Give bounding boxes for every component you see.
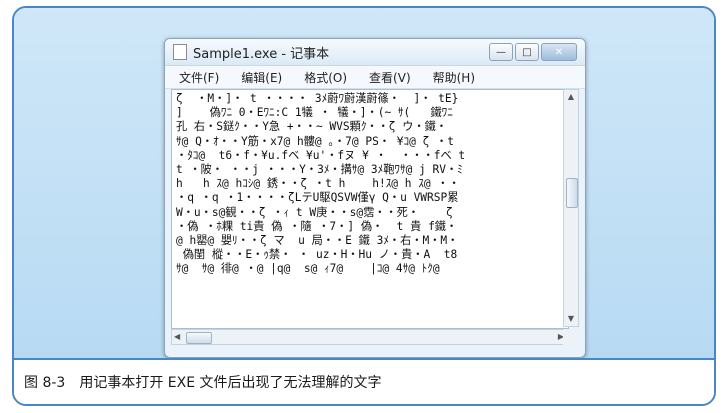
caption-number: 图 8-3 (24, 375, 66, 391)
scroll-up-icon[interactable]: ▲ (564, 90, 578, 104)
close-button[interactable]: ✕ (541, 43, 577, 61)
window-controls: — □ ✕ (489, 43, 577, 61)
menu-help[interactable]: 帮助(H) (433, 69, 475, 86)
menu-file[interactable]: 文件(F) (179, 69, 219, 86)
maximize-button[interactable]: □ (515, 43, 539, 61)
title-bar[interactable]: Sample1.exe - 记事本 — □ ✕ (165, 39, 585, 66)
minimize-button[interactable]: — (489, 43, 513, 61)
menu-edit[interactable]: 编辑(E) (241, 69, 282, 86)
figure-frame: Sample1.exe - 记事本 — □ ✕ 文件(F) 编辑(E) 格式(O… (12, 6, 716, 406)
resize-grip[interactable] (563, 329, 579, 345)
vertical-scrollbar[interactable]: ▲ ▼ (563, 89, 579, 327)
close-icon: ✕ (554, 46, 564, 58)
notepad-window: Sample1.exe - 记事本 — □ ✕ 文件(F) 编辑(E) 格式(O… (164, 38, 586, 358)
maximize-icon: □ (522, 46, 532, 58)
garbled-binary-text[interactable]: ζ ・M・]・ t ・・・・ 3ﾒ蔚ﾜ蔚漢蔚篠・ ]・ tE} ] 偽ﾜﾆ 0・… (172, 90, 568, 279)
scroll-left-icon[interactable]: ◀ (174, 330, 180, 344)
window-title: Sample1.exe - 记事本 (193, 46, 330, 62)
menu-format[interactable]: 格式(O) (304, 69, 347, 86)
figure-caption: 图 8-3 用记事本打开 EXE 文件后出现了无法理解的文字 (14, 358, 714, 404)
text-editor-area[interactable]: ζ ・M・]・ t ・・・・ 3ﾒ蔚ﾜ蔚漢蔚篠・ ]・ tE} ] 偽ﾜﾆ 0・… (171, 89, 569, 329)
minimize-icon: — (496, 46, 506, 58)
horizontal-scroll-thumb[interactable] (186, 332, 212, 344)
menu-bar: 文件(F) 编辑(E) 格式(O) 查看(V) 帮助(H) (165, 66, 585, 89)
caption-text: 用记事本打开 EXE 文件后出现了无法理解的文字 (79, 375, 382, 391)
horizontal-scrollbar[interactable]: ◀ ▶ (171, 329, 567, 345)
menu-view[interactable]: 查看(V) (369, 69, 411, 86)
notepad-app-icon (173, 44, 187, 60)
scroll-down-icon[interactable]: ▼ (564, 312, 578, 326)
vertical-scroll-thumb[interactable] (566, 178, 578, 208)
